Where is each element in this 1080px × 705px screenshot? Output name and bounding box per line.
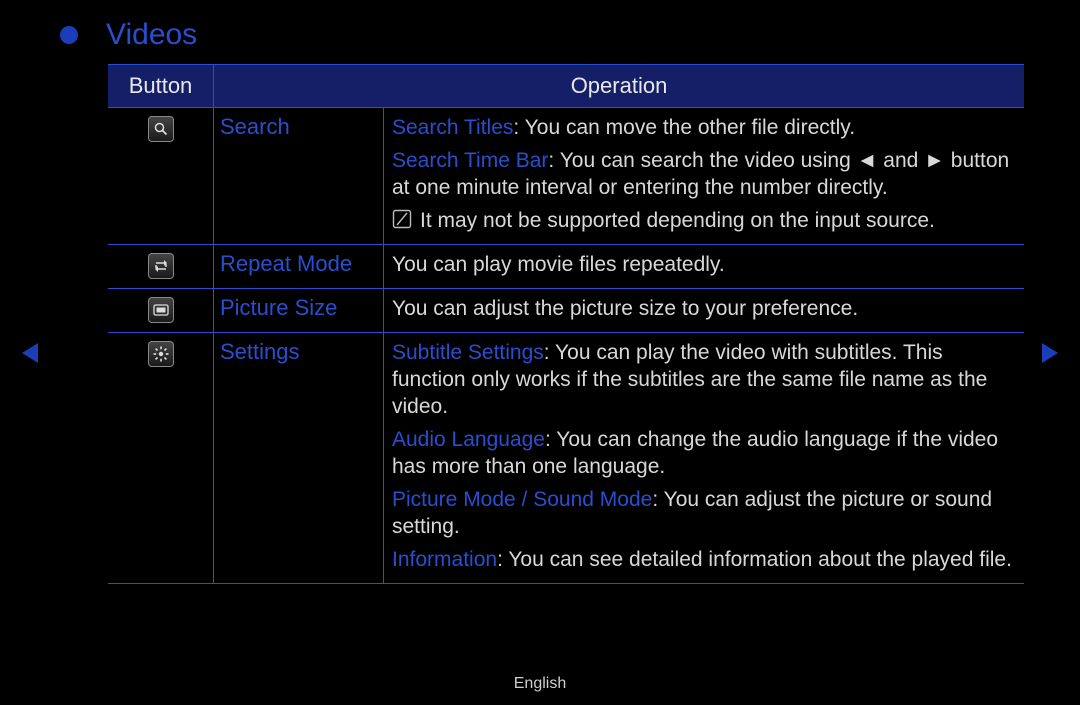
text: You can play movie files repeatedly.	[392, 253, 725, 276]
row-description: You can play movie files repeatedly.	[384, 245, 1024, 288]
term-subtitle-settings: Subtitle Settings	[392, 341, 544, 364]
table-row: Search Search Titles: You can move the o…	[108, 107, 1024, 244]
term-picture-sound-mode: Picture Mode / Sound Mode	[392, 488, 652, 511]
table-header: Button Operation	[108, 65, 1024, 107]
table-row: Repeat Mode You can play movie files rep…	[108, 244, 1024, 288]
repeat-button-icon	[148, 253, 174, 279]
row-description: Search Titles: You can move the other fi…	[384, 108, 1024, 244]
page-title: Videos	[106, 18, 197, 52]
term-search-timebar: Search Time Bar	[392, 149, 548, 172]
text: and	[877, 149, 924, 172]
picture-size-button-icon	[148, 297, 174, 323]
text: : You can move the other file directly.	[513, 116, 855, 139]
row-name: Search	[214, 108, 384, 244]
row-name: Settings	[214, 333, 384, 583]
bullet-icon	[60, 26, 78, 44]
left-arrow-icon: ◄	[857, 149, 878, 172]
operations-table: Button Operation Search Search Titles: Y…	[108, 64, 1024, 584]
right-arrow-icon: ►	[924, 149, 945, 172]
table-row: Settings Subtitle Settings: You can play…	[108, 332, 1024, 584]
text: You can adjust the picture size to your …	[392, 297, 858, 320]
button-icon-cell	[108, 289, 214, 332]
button-icon-cell	[108, 108, 214, 244]
button-icon-cell	[108, 245, 214, 288]
title-row: Videos	[60, 18, 197, 52]
header-operation: Operation	[214, 65, 1024, 107]
term-search-titles: Search Titles	[392, 116, 513, 139]
term-audio-language: Audio Language	[392, 428, 545, 451]
manual-page: Videos Button Operation Search Search Ti…	[0, 0, 1080, 705]
button-icon-cell	[108, 333, 214, 583]
header-button: Button	[108, 65, 214, 107]
footer-language: English	[0, 675, 1080, 693]
row-name: Repeat Mode	[214, 245, 384, 288]
table-row: Picture Size You can adjust the picture …	[108, 288, 1024, 332]
term-information: Information	[392, 548, 497, 571]
note-text: It may not be supported depending on the…	[420, 207, 935, 234]
row-name: Picture Size	[214, 289, 384, 332]
next-page-arrow-icon[interactable]	[1040, 342, 1060, 364]
text: : You can see detailed information about…	[497, 548, 1012, 571]
note-icon	[392, 209, 412, 229]
search-button-icon	[148, 116, 174, 142]
settings-button-icon	[148, 341, 174, 367]
row-description: Subtitle Settings: You can play the vide…	[384, 333, 1024, 583]
text: : You can search the video using	[548, 149, 856, 172]
row-description: You can adjust the picture size to your …	[384, 289, 1024, 332]
prev-page-arrow-icon[interactable]	[20, 342, 40, 364]
